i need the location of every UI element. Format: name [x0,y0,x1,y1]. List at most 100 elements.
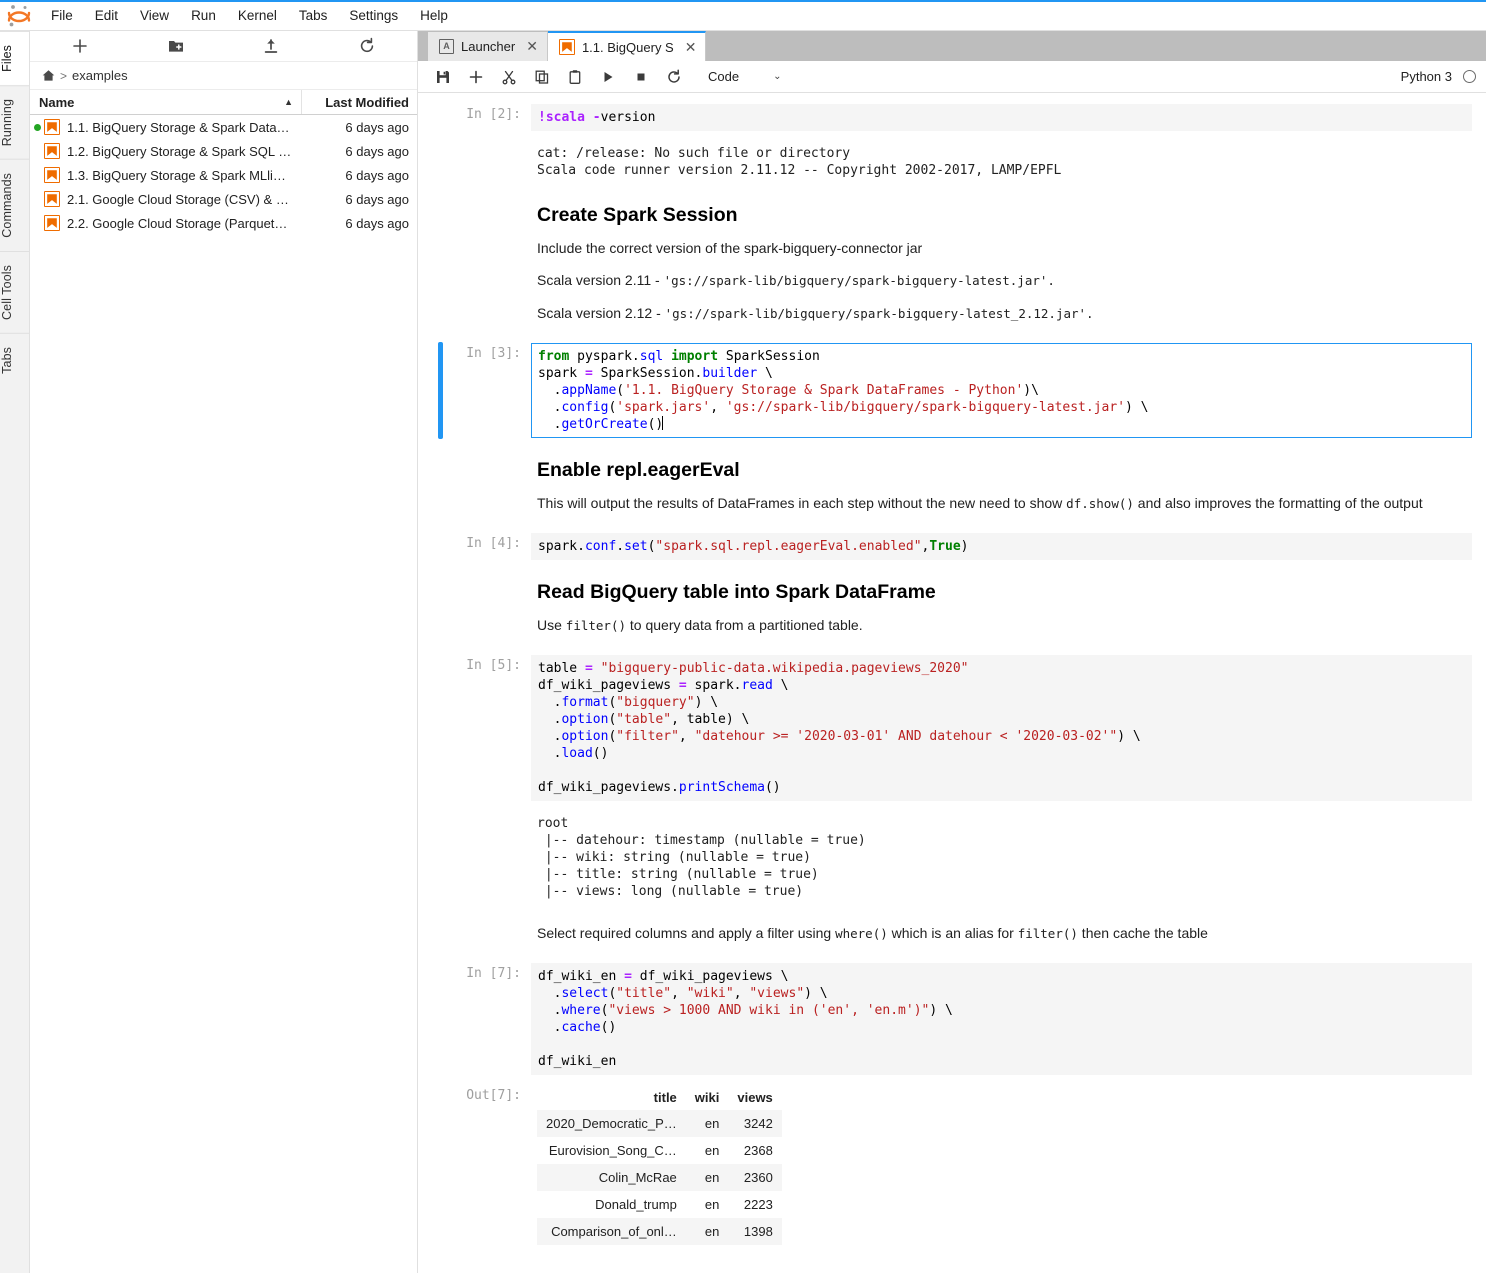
plus-icon [468,69,484,85]
paste-button[interactable] [558,64,591,90]
list-item[interactable]: 2.2. Google Cloud Storage (Parquet… 6 da… [30,211,417,235]
menu-tabs[interactable]: Tabs [288,4,339,28]
tab-notebook[interactable]: 1.1. BigQuery S ✕ [548,31,707,61]
activity-sidebar: Files Running Commands Cell Tools Tabs [0,31,30,1273]
md-text: This will output the results of DataFram… [537,495,1066,511]
menu-run[interactable]: Run [180,4,227,28]
kernel-name[interactable]: Python 3 [1401,69,1452,84]
markdown-cell[interactable]: Read BigQuery table into Spark DataFrame… [418,565,1486,650]
jupyter-logo-icon [4,3,34,29]
sidebar-tab-tabs[interactable]: Tabs [0,333,29,387]
insert-cell-button[interactable] [459,64,492,90]
sidebar-tab-running[interactable]: Running [0,85,29,159]
cell-prompt-spacer [418,191,531,335]
stream-output-text: cat: /release: No such file or directory… [531,141,1472,183]
cell-prompt: In [7]: [418,963,531,1075]
markdown-cell[interactable]: Enable repl.eagerEval This will output t… [418,443,1486,528]
markdown-paragraph: Select required columns and apply a filt… [537,922,1472,945]
cell-type-select[interactable]: Code ⌄ [702,66,787,87]
md-text-prefix: Scala version 2.12 - [537,305,665,321]
restart-kernel-button[interactable] [657,64,690,90]
new-launcher-button[interactable] [32,32,128,60]
home-icon[interactable] [42,69,55,82]
menu-edit[interactable]: Edit [84,4,129,28]
markdown-body: Read BigQuery table into Spark DataFrame… [531,568,1472,647]
cell-views: 2223 [728,1191,781,1218]
md-inline-code: filter() [566,618,626,633]
md-text: and also improves the formatting of the … [1134,495,1423,511]
play-icon [600,69,616,85]
breadcrumb: > examples [30,62,417,90]
code-cell-active[interactable]: In [3]: from pyspark.sql import SparkSes… [418,338,1486,443]
notebook-icon [559,39,575,55]
list-item[interactable]: 1.2. BigQuery Storage & Spark SQL … 6 da… [30,139,417,163]
column-header-last-modified[interactable]: Last Modified [302,95,417,110]
stop-button[interactable] [624,64,657,90]
output-prompt: Out[7]: [418,1085,531,1245]
notebook-icon [44,215,60,231]
markdown-paragraph: Use filter() to query data from a partit… [537,614,1472,637]
menu-view[interactable]: View [129,4,180,28]
list-item[interactable]: 1.1. BigQuery Storage & Spark Data… 6 da… [30,115,417,139]
markdown-cell[interactable]: Select required columns and apply a filt… [418,909,1486,958]
table-row: Colin_McRae en 2360 [537,1164,782,1191]
close-icon[interactable]: ✕ [685,39,697,56]
close-icon[interactable]: ✕ [526,38,538,55]
menu-kernel[interactable]: Kernel [227,4,288,28]
column-header-views: views [728,1085,781,1110]
new-folder-button[interactable] [128,32,224,60]
chevron-down-icon: ⌄ [773,71,781,82]
md-inline-code: 'gs://spark-lib/bigquery/spark-bigquery-… [665,306,1094,321]
table-row: Comparison_of_onl… en 1398 [537,1218,782,1245]
cell-views: 2360 [728,1164,781,1191]
menu-settings[interactable]: Settings [338,4,409,28]
dataframe-output-cell: Out[7]: title wiki views [418,1080,1486,1250]
run-button[interactable] [591,64,624,90]
cell-prompt: In [4]: [418,533,531,560]
code-editor[interactable]: spark.conf.set("spark.sql.repl.eagerEval… [531,533,1472,560]
file-modified: 6 days ago [302,144,417,159]
code-editor[interactable]: df_wiki_en = df_wiki_pageviews \ .select… [531,963,1472,1075]
cell-prompt: In [5]: [418,655,531,801]
tab-launcher[interactable]: A Launcher ✕ [428,32,548,61]
file-browser-toolbar [30,31,417,62]
file-browser-panel: > examples Name ▲ Last Modified 1.1. Big… [30,31,418,1273]
cut-button[interactable] [492,64,525,90]
code-cell[interactable]: In [5]: table = "bigquery-public-data.wi… [418,650,1486,806]
code-cell[interactable]: In [4]: spark.conf.set("spark.sql.repl.e… [418,528,1486,565]
notebook-panel[interactable]: In [2]: !scala -version cat: /release: N… [418,93,1486,1273]
save-button[interactable] [426,64,459,90]
dataframe-wrapper: title wiki views 2020_Democratic_P… en 3… [531,1085,1472,1245]
code-editor[interactable]: from pyspark.sql import SparkSession spa… [531,343,1472,438]
dataframe-table: title wiki views 2020_Democratic_P… en 3… [537,1085,782,1245]
cell-views: 3242 [728,1110,781,1137]
file-list-header: Name ▲ Last Modified [30,90,417,115]
notebook-icon [44,119,60,135]
table-header-row: title wiki views [537,1085,782,1110]
menu-file[interactable]: File [40,4,84,28]
file-name: 2.1. Google Cloud Storage (CSV) & … [67,192,302,207]
column-header-title: title [537,1085,686,1110]
code-cell[interactable]: In [7]: df_wiki_en = df_wiki_pageviews \… [418,958,1486,1080]
stream-output-cell: root |-- datehour: timestamp (nullable =… [418,806,1486,909]
sidebar-tab-files[interactable]: Files [0,31,29,85]
cell-title: Donald_trump [537,1191,686,1218]
copy-button[interactable] [525,64,558,90]
code-editor[interactable]: !scala -version [531,104,1472,131]
breadcrumb-path[interactable]: examples [72,68,128,83]
sidebar-tab-cell-tools[interactable]: Cell Tools [0,251,29,333]
kernel-status-icon[interactable] [1463,70,1476,83]
cell-title: Comparison_of_onl… [537,1218,686,1245]
breadcrumb-separator: > [60,69,67,83]
refresh-button[interactable] [319,32,415,60]
markdown-cell[interactable]: Create Spark Session Include the correct… [418,188,1486,338]
code-editor[interactable]: table = "bigquery-public-data.wikipedia.… [531,655,1472,801]
list-item[interactable]: 2.1. Google Cloud Storage (CSV) & … 6 da… [30,187,417,211]
column-header-name[interactable]: Name ▲ [30,90,302,114]
code-cell[interactable]: In [2]: !scala -version [418,99,1486,136]
upload-button[interactable] [224,32,320,60]
list-item[interactable]: 1.3. BigQuery Storage & Spark MLli… 6 da… [30,163,417,187]
sidebar-tab-commands[interactable]: Commands [0,159,29,251]
menu-help[interactable]: Help [409,4,459,28]
stop-icon [633,69,649,85]
